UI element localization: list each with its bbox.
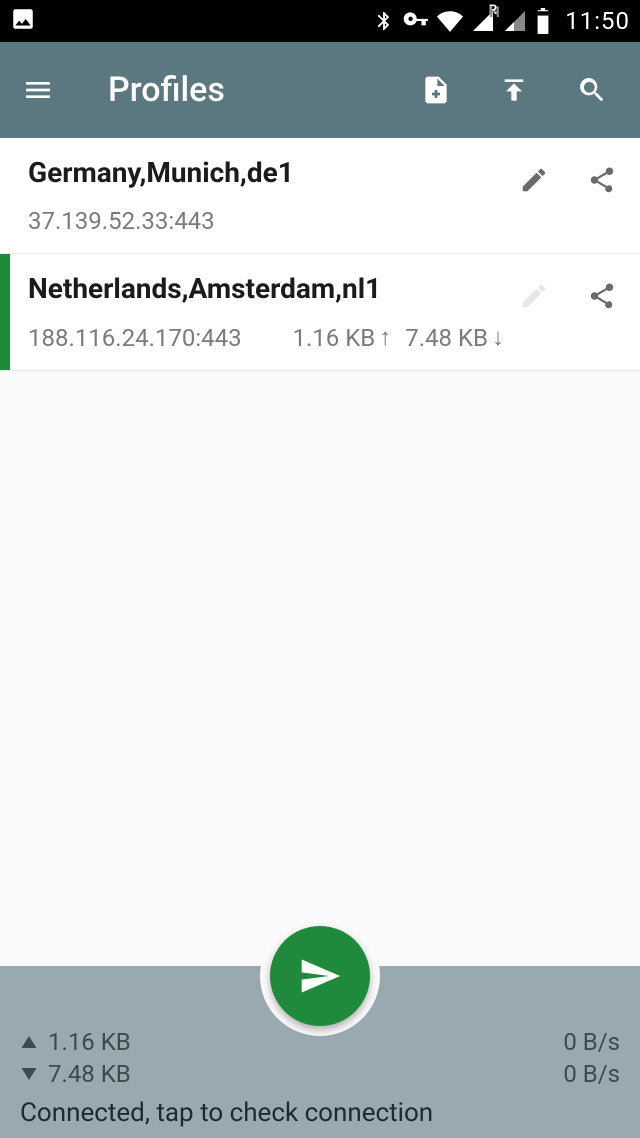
key-icon [403,8,429,34]
profile-download-stat: 7.48 KB↓ [405,323,504,352]
profile-row[interactable]: Netherlands,Amsterdam,nl1 188.116.24.170:… [0,254,640,371]
status-time: 11:50 [565,7,630,35]
pencil-icon [519,281,549,311]
wifi-icon [437,8,463,34]
bottom-panel[interactable]: 1.16 KB 0 B/s 7.48 KB 0 B/s Connected, t… [0,966,640,1138]
paper-plane-icon [298,954,342,998]
up-triangle-icon [20,1033,38,1051]
connection-status[interactable]: Connected, tap to check connection [20,1098,620,1128]
upload-button[interactable] [494,70,534,110]
bluetooth-icon [373,10,395,32]
file-add-icon [420,71,452,109]
image-icon [10,6,36,32]
profile-ip: 37.139.52.33:443 [28,207,504,235]
profile-list: Germany,Munich,de1 37.139.52.33:443 Nether… [0,138,640,371]
add-profile-button[interactable] [416,70,456,110]
profile-ip: 188.116.24.170:443 [28,324,278,352]
profile-body[interactable]: Germany,Munich,de1 37.139.52.33:443 [10,138,514,253]
profile-row[interactable]: Germany,Munich,de1 37.139.52.33:443 [0,138,640,254]
connect-fab[interactable] [270,926,370,1026]
battery-icon [535,8,551,34]
app-bar: Profiles [0,42,640,138]
profile-upload-stat: 1.16 KB↑ [292,323,391,352]
download-total: 7.48 KB [48,1060,131,1088]
profile-subrow: 188.116.24.170:443 1.16 KB↑ 7.48 KB↓ [28,323,504,352]
status-bar: R H 11:50 [0,0,640,42]
edit-button [514,276,554,316]
download-total-row: 7.48 KB 0 B/s [20,1060,620,1088]
profile-body[interactable]: Netherlands,Amsterdam,nl1 188.116.24.170:… [10,254,514,370]
page-title: Profiles [108,70,416,110]
down-triangle-icon [20,1065,38,1083]
profile-actions [514,138,640,253]
profile-subrow: 37.139.52.33:443 [28,207,504,235]
download-rate: 0 B/s [563,1060,620,1088]
menu-button[interactable] [18,70,58,110]
upload-total: 1.16 KB [48,1028,131,1056]
active-indicator [0,254,10,370]
arrow-up-icon: ↑ [379,323,391,352]
profile-actions [514,254,640,370]
upload-icon [498,74,530,106]
share-icon [587,165,617,195]
signal-2-icon: H [503,9,527,33]
profile-name: Germany,Munich,de1 [28,156,504,189]
search-icon [576,74,608,106]
profile-name: Netherlands,Amsterdam,nl1 [28,272,504,305]
fab-cutout [260,916,380,1036]
search-button[interactable] [572,70,612,110]
share-button[interactable] [582,160,622,200]
arrow-down-icon: ↓ [492,323,504,352]
signal-2-label: H [489,3,500,21]
active-indicator [0,138,10,253]
share-button[interactable] [582,276,622,316]
share-icon [587,281,617,311]
edit-button[interactable] [514,160,554,200]
pencil-icon [519,165,549,195]
upload-rate: 0 B/s [563,1028,620,1056]
hamburger-icon [22,74,54,106]
